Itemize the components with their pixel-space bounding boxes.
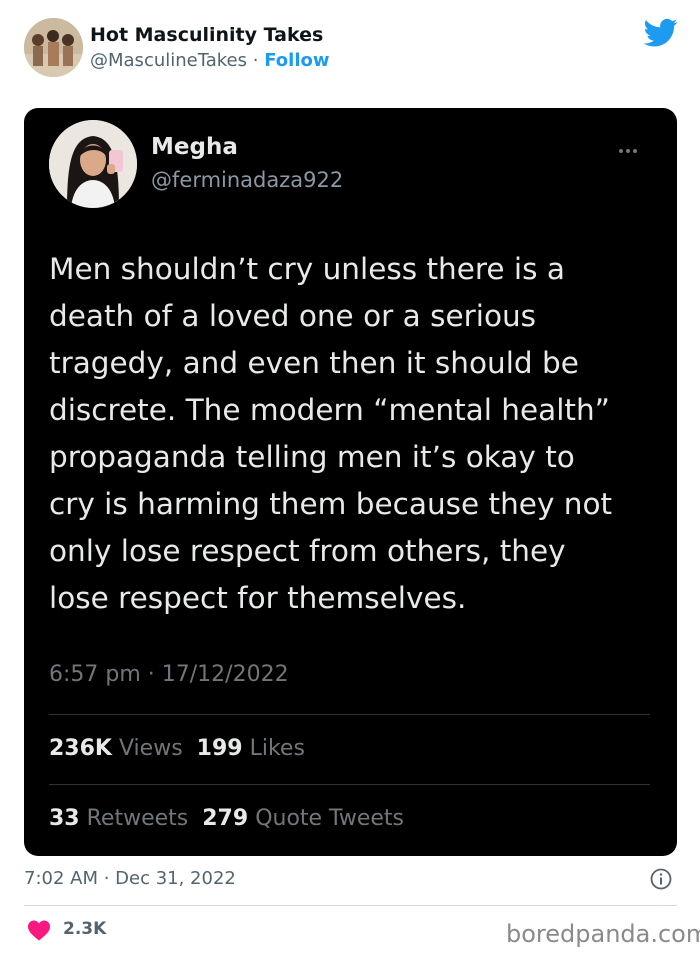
quote-tweets-stat[interactable]: 279 Quote Tweets [202, 806, 404, 831]
outer-handle-row: @MasculineTakes · Follow [90, 50, 330, 71]
outer-author-handle[interactable]: @MasculineTakes [90, 50, 247, 71]
divider [49, 714, 650, 715]
tweet-text-line: Men shouldn’t cry unless there is a [49, 252, 565, 286]
like-count[interactable]: 2.3K [63, 919, 106, 939]
outer-author-name[interactable]: Hot Masculinity Takes [90, 24, 323, 46]
embedded-author-avatar[interactable] [49, 120, 137, 208]
retweets-quotes-row: 33 Retweets 279 Quote Tweets [49, 806, 404, 831]
tweet-text-line: only lose respect from others, they [49, 534, 566, 568]
views-likes-row: 236K Views 199 Likes [49, 736, 305, 761]
embedded-tweet-timestamp[interactable]: 6:57 pm · 17/12/2022 [49, 662, 289, 687]
embedded-tweet-text: Men shouldn’t cry unless there is a deat… [49, 246, 654, 622]
embedded-author-name[interactable]: Megha [151, 134, 238, 160]
tweet-text-line: death of a loved one or a serious [49, 299, 537, 333]
embedded-tweet[interactable]: Megha @ferminadaza922 Men shouldn’t cry … [24, 108, 677, 856]
more-options-icon[interactable] [619, 138, 649, 154]
handle-separator: · [252, 50, 259, 71]
heart-icon[interactable] [27, 919, 51, 941]
embedded-author-handle[interactable]: @ferminadaza922 [151, 168, 343, 192]
tweet-text-line: tragedy, and even then it should be [49, 346, 579, 380]
twitter-bird-icon[interactable] [644, 18, 678, 48]
follow-button[interactable]: Follow [264, 50, 329, 71]
likes-stat[interactable]: 199 Likes [197, 736, 305, 761]
tweet-text-line: cry is harming them because they not [49, 487, 613, 521]
outer-tweet-timestamp[interactable]: 7:02 AM · Dec 31, 2022 [24, 868, 236, 889]
views-stat[interactable]: 236K Views [49, 736, 183, 761]
info-icon[interactable] [650, 868, 672, 890]
outer-tweet-header: Hot Masculinity Takes @MasculineTakes · … [24, 18, 680, 80]
tweet-text-line: discrete. The modern “mental health” [49, 393, 610, 427]
footer-divider [24, 905, 677, 906]
watermark: boredpanda.com [506, 920, 700, 948]
divider [49, 784, 650, 785]
retweets-stat[interactable]: 33 Retweets [49, 806, 188, 831]
tweet-text-line: lose respect for themselves. [49, 581, 467, 615]
tweet-text-line: propaganda telling men it’s okay to [49, 440, 575, 474]
outer-author-avatar[interactable] [24, 18, 83, 77]
